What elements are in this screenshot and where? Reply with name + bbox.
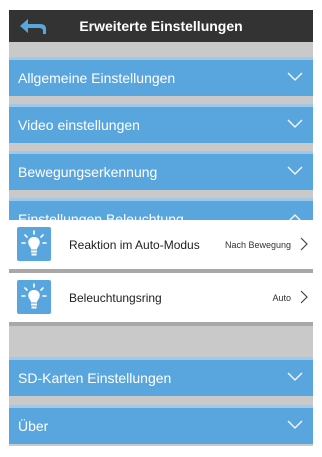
- chevron-right-icon: [300, 237, 308, 251]
- top-bar: Erweiterte Einstellungen: [9, 10, 313, 42]
- chevron-right-icon: [300, 290, 308, 304]
- page-title: Erweiterte Einstellungen: [79, 18, 243, 34]
- chevron-down-icon: [287, 166, 303, 175]
- section-label: Video einstellungen: [18, 117, 140, 133]
- setting-value: Auto: [272, 292, 291, 303]
- section-video-einstellungen[interactable]: Video einstellungen: [9, 104, 313, 143]
- section-allgemeine-einstellungen[interactable]: Allgemeine Einstellungen: [9, 57, 313, 96]
- chevron-down-icon: [287, 420, 303, 429]
- section-bewegungserkennung[interactable]: Bewegungserkennung: [9, 151, 313, 190]
- chevron-down-icon: [287, 119, 303, 128]
- lightbulb-icon: [17, 280, 51, 314]
- section-label: Über: [18, 418, 49, 434]
- divider: [9, 322, 313, 326]
- section-label: Allgemeine Einstellungen: [18, 70, 176, 86]
- lightbulb-icon: [17, 227, 51, 261]
- setting-value: Nach Bewegung: [224, 239, 291, 250]
- section-ueber[interactable]: Über: [9, 405, 313, 444]
- chevron-down-icon: [287, 372, 303, 381]
- setting-label: Beleuchtungsring: [69, 290, 162, 305]
- setting-row-reaktion-auto-modus[interactable]: Reaktion im Auto-Modus Nach Bewegung: [9, 220, 313, 269]
- section-label: Bewegungserkennung: [18, 164, 158, 180]
- setting-row-beleuchtungsring[interactable]: Beleuchtungsring Auto: [9, 273, 313, 322]
- chevron-down-icon: [287, 72, 303, 81]
- section-sd-karten-einstellungen[interactable]: SD-Karten Einstellungen: [9, 357, 313, 396]
- section-label: SD-Karten Einstellungen: [18, 370, 172, 386]
- setting-label: Reaktion im Auto-Modus: [69, 237, 200, 252]
- back-arrow-icon[interactable]: [19, 18, 47, 34]
- app-frame: Erweiterte Einstellungen Allgemeine Eins…: [9, 10, 313, 446]
